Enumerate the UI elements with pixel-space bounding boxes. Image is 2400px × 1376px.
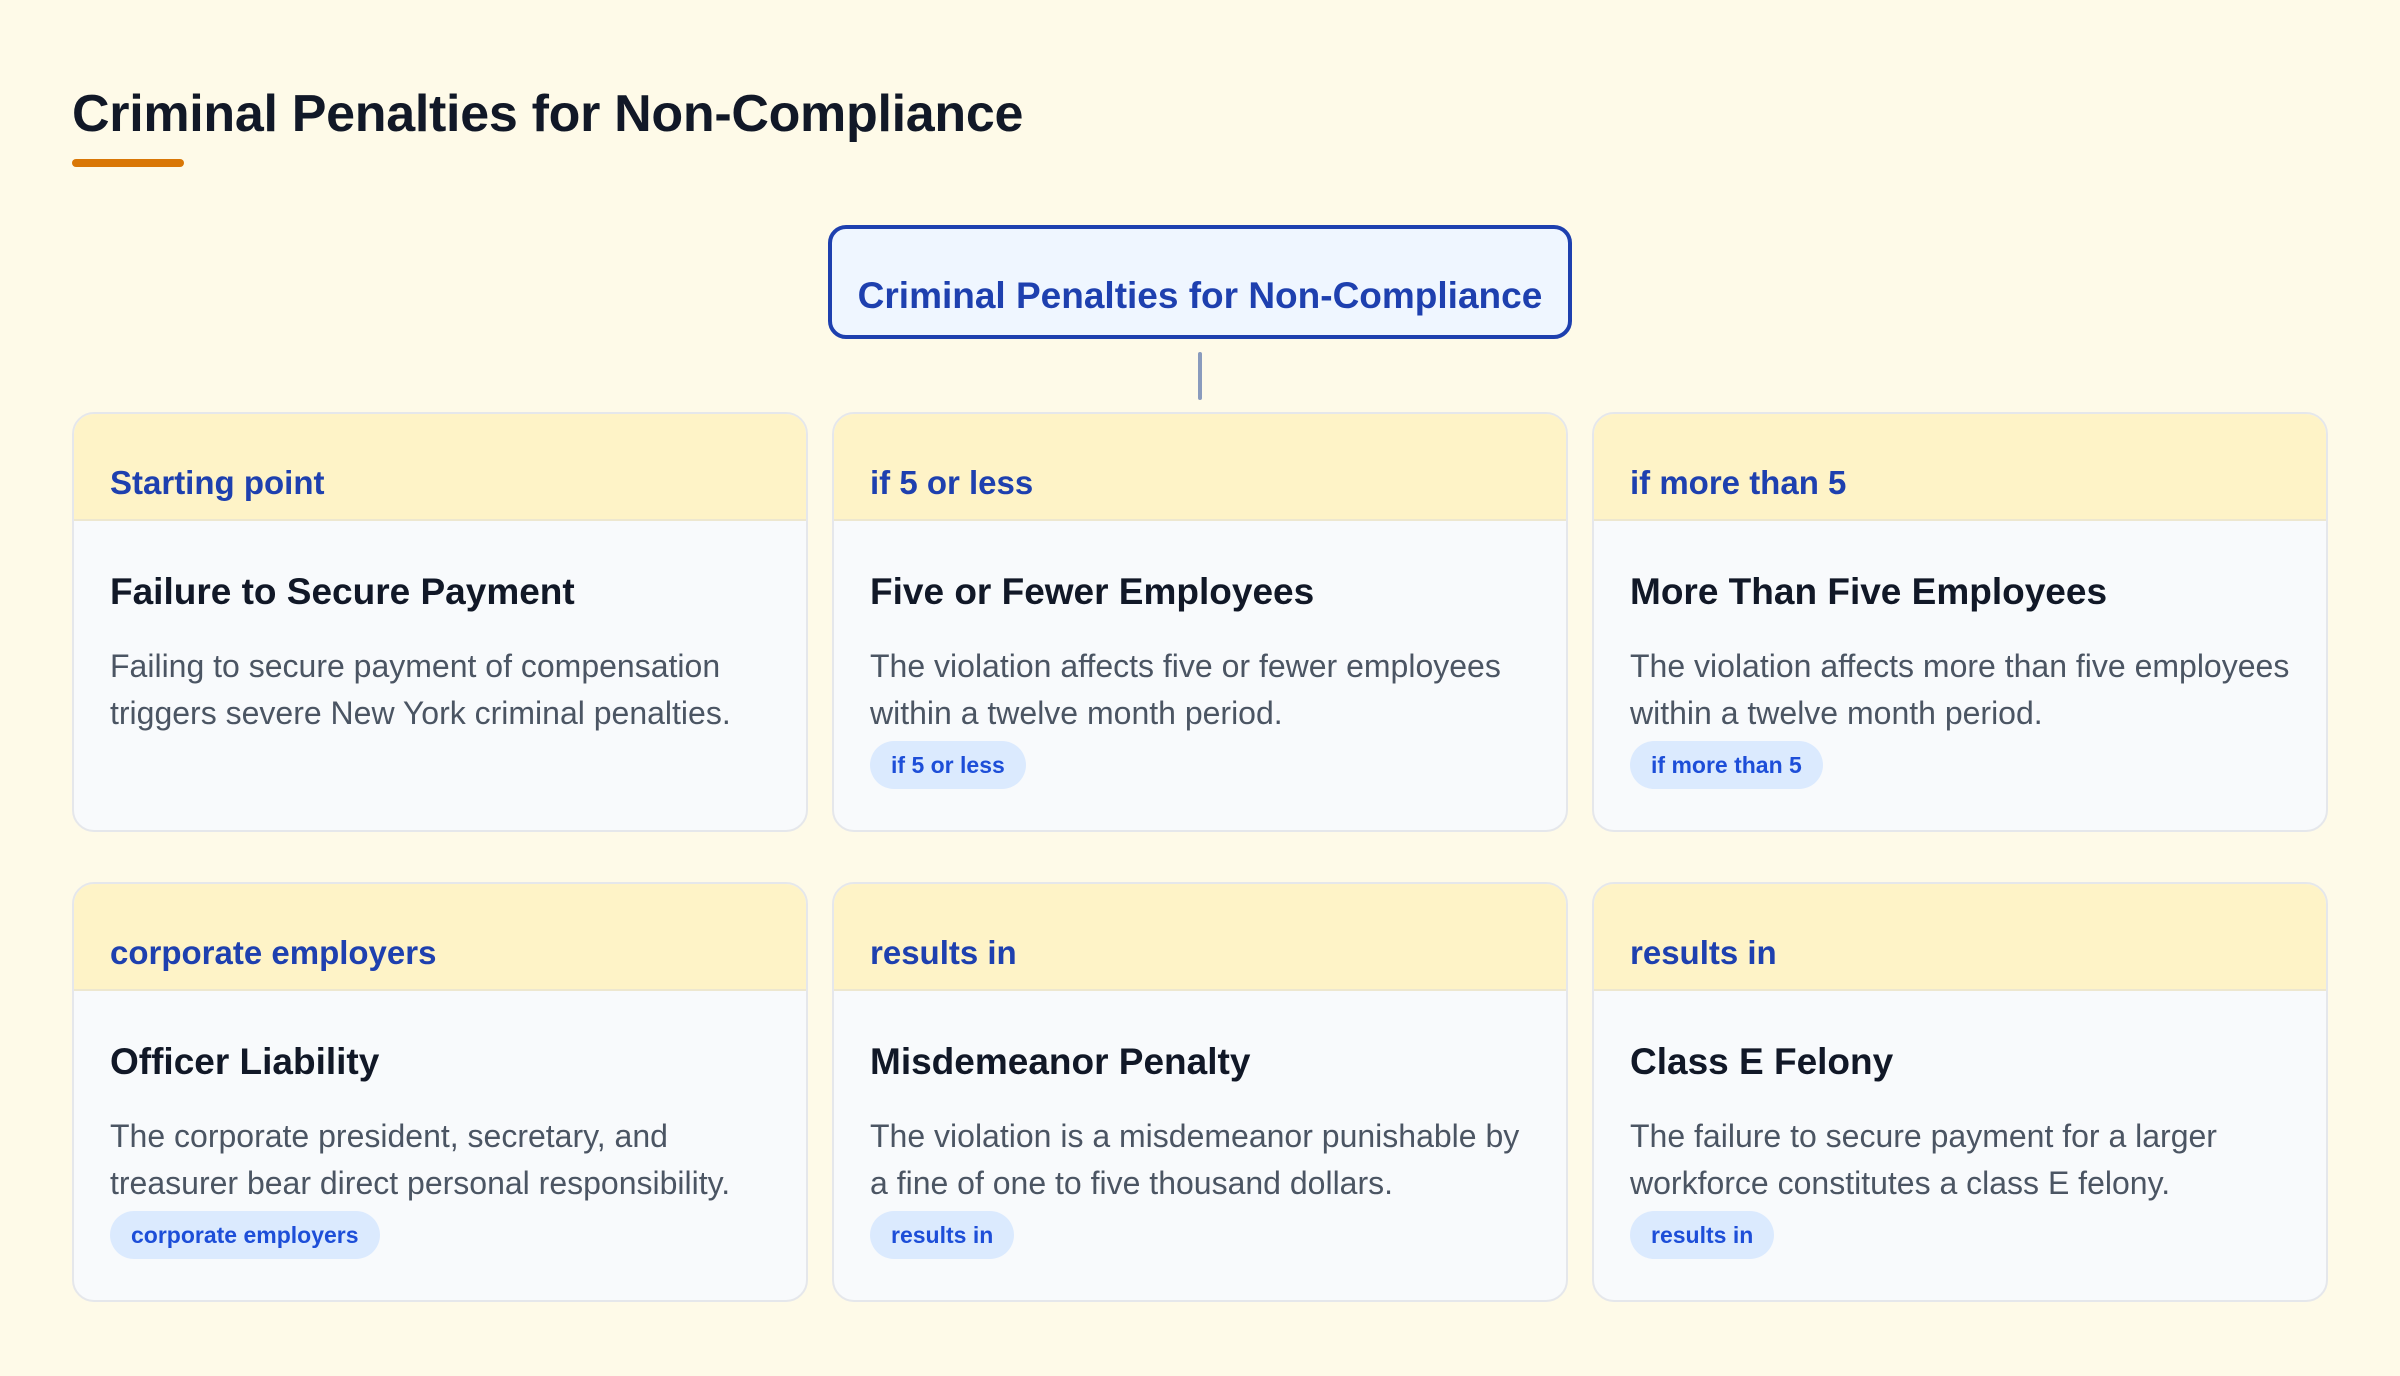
card-header: if 5 or less bbox=[834, 414, 1566, 521]
card-description: The violation is a misdemeanor punishabl… bbox=[870, 1118, 1520, 1201]
card-body: Failure to Secure Payment Failing to sec… bbox=[74, 521, 806, 737]
page-title: Criminal Penalties for Non-Compliance bbox=[72, 85, 1024, 143]
card-edge-label: results in bbox=[870, 934, 1017, 971]
card-officer-liability: corporate employers Officer Liability Th… bbox=[72, 882, 808, 1302]
card-header: results in bbox=[1594, 884, 2326, 991]
card-edge-label: results in bbox=[1630, 934, 1777, 971]
title-underline bbox=[72, 159, 184, 167]
card-five-or-fewer-employees: if 5 or less Five or Fewer Employees The… bbox=[832, 412, 1568, 832]
card-header: if more than 5 bbox=[1594, 414, 2326, 521]
card-header: corporate employers bbox=[74, 884, 806, 991]
card-description: The corporate president, secretary, and … bbox=[110, 1118, 731, 1201]
card-title: More Than Five Employees bbox=[1630, 571, 2108, 612]
card-edge-label: Starting point bbox=[110, 464, 325, 501]
card-badge: if 5 or less bbox=[870, 741, 1026, 789]
card-description: The violation affects five or fewer empl… bbox=[870, 648, 1501, 731]
card-body: Misdemeanor Penalty The violation is a m… bbox=[834, 991, 1566, 1259]
card-more-than-five-employees: if more than 5 More Than Five Employees … bbox=[1592, 412, 2328, 832]
root-node-label: Criminal Penalties for Non-Compliance bbox=[857, 275, 1543, 316]
card-title: Five or Fewer Employees bbox=[870, 571, 1315, 612]
card-badge: if more than 5 bbox=[1630, 741, 1823, 789]
card-description: The failure to secure payment for a larg… bbox=[1630, 1118, 2217, 1201]
card-badge: results in bbox=[1630, 1211, 1775, 1259]
card-body: More Than Five Employees The violation a… bbox=[1594, 521, 2326, 789]
card-description: Failing to secure payment of compensatio… bbox=[110, 648, 731, 731]
card-title: Class E Felony bbox=[1630, 1041, 1894, 1082]
card-class-e-felony: results in Class E Felony The failure to… bbox=[1592, 882, 2328, 1302]
card-body: Five or Fewer Employees The violation af… bbox=[834, 521, 1566, 789]
root-connector bbox=[1198, 352, 1202, 400]
root-node: Criminal Penalties for Non-Compliance bbox=[828, 225, 1572, 339]
card-badge: corporate employers bbox=[110, 1211, 380, 1259]
card-edge-label: if 5 or less bbox=[870, 464, 1034, 501]
card-body: Officer Liability The corporate presiden… bbox=[74, 991, 806, 1259]
card-badge: results in bbox=[870, 1211, 1015, 1259]
card-edge-label: if more than 5 bbox=[1630, 464, 1847, 501]
card-description: The violation affects more than five emp… bbox=[1630, 648, 2290, 731]
card-failure-to-secure-payment: Starting point Failure to Secure Payment… bbox=[72, 412, 808, 832]
card-header: Starting point bbox=[74, 414, 806, 521]
card-body: Class E Felony The failure to secure pay… bbox=[1594, 991, 2326, 1259]
card-title: Failure to Secure Payment bbox=[110, 571, 575, 612]
card-edge-label: corporate employers bbox=[110, 934, 437, 971]
card-title: Misdemeanor Penalty bbox=[870, 1041, 1251, 1082]
card-header: results in bbox=[834, 884, 1566, 991]
card-misdemeanor-penalty: results in Misdemeanor Penalty The viola… bbox=[832, 882, 1568, 1302]
card-title: Officer Liability bbox=[110, 1041, 380, 1082]
